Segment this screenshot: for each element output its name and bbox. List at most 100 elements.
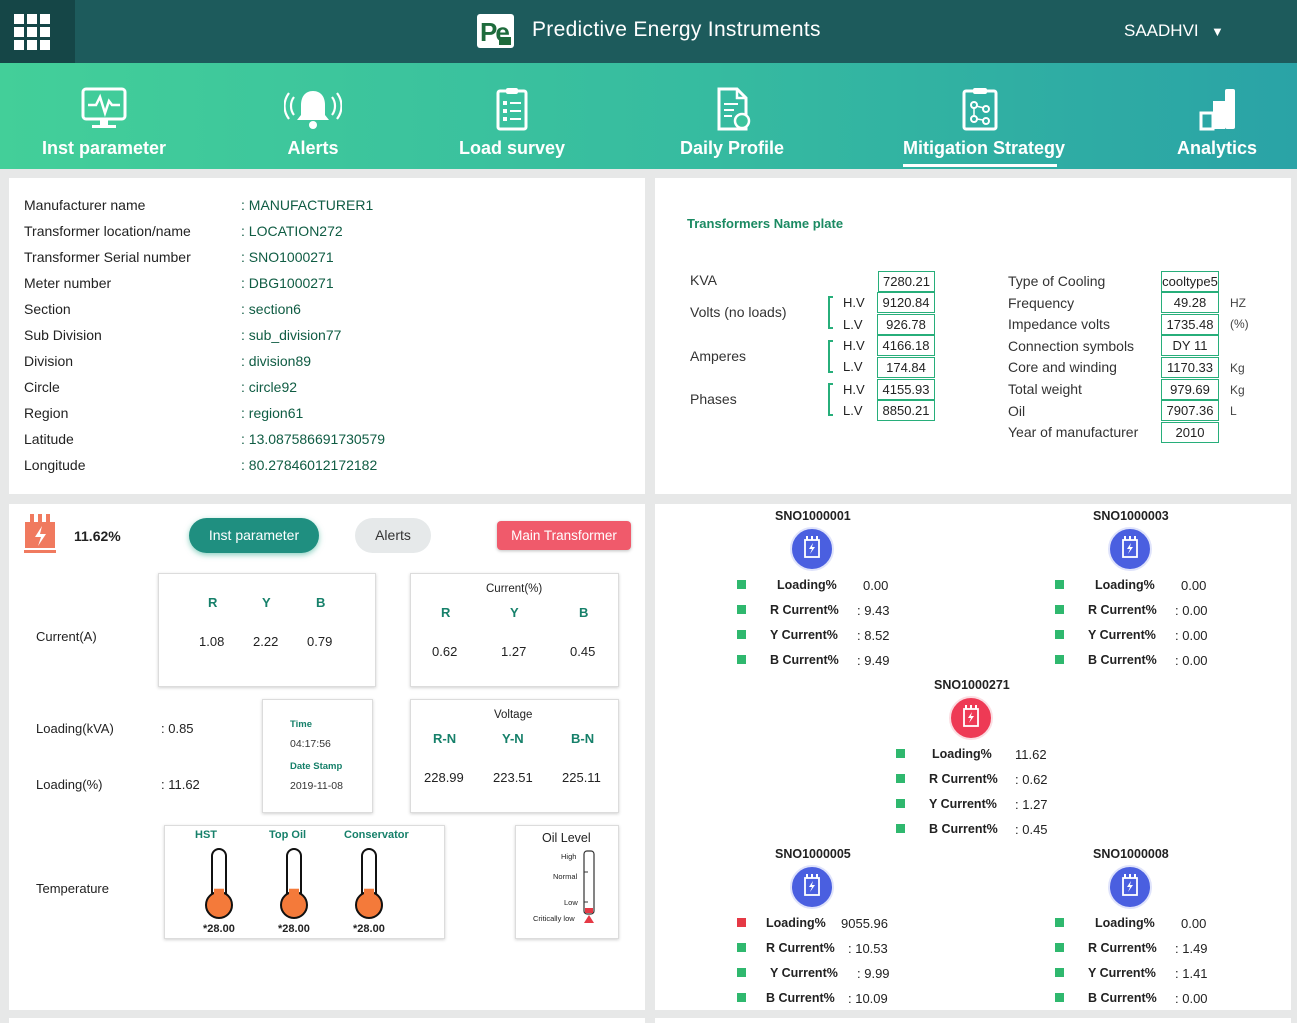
current-pct-y-value: 1.27 [501, 644, 527, 659]
active-tab-indicator [903, 164, 1057, 167]
volts-hv-value: 9120.84 [877, 292, 935, 313]
loading-value: 0.00 [1181, 916, 1207, 931]
top-bar: Pe Predictive Energy Instruments SAADHVI… [0, 0, 1297, 63]
b-current-label: B Current% [929, 822, 998, 836]
info-label: Division [24, 353, 74, 369]
oil-low-label: Low [564, 898, 578, 907]
nav-analytics[interactable]: Analytics [1157, 63, 1277, 169]
loading-percent-value: : 11.62 [161, 777, 200, 792]
lv-label: L.V [843, 403, 863, 418]
status-indicator [737, 580, 746, 589]
transformer-node-icon[interactable] [949, 696, 993, 740]
b-current-label: B Current% [1088, 653, 1157, 667]
status-indicator [896, 824, 905, 833]
info-label: Transformer location/name [24, 223, 191, 239]
status-indicator [1055, 605, 1064, 614]
next-panel-left [9, 1018, 645, 1023]
info-value: : SNO1000271 [241, 249, 334, 265]
np-value: 979.69 [1161, 379, 1219, 400]
r-current-label: R Current% [1088, 603, 1157, 617]
np-label: Total weight [1008, 381, 1082, 397]
hst-thermometer [205, 848, 233, 919]
oil-normal-label: Normal [553, 872, 578, 881]
phase-y-label: Y [510, 605, 519, 620]
conservator-value: *28.00 [353, 923, 385, 935]
app-logo: Pe [477, 14, 514, 48]
np-value: 49.28 [1161, 292, 1219, 313]
inst-parameter-button[interactable]: Inst parameter [189, 518, 319, 553]
status-indicator [737, 605, 746, 614]
loading-label: Loading% [766, 916, 826, 930]
main-transformer-button[interactable]: Main Transformer [497, 521, 631, 550]
transformer-node-icon[interactable] [790, 527, 834, 571]
nav-inst-parameter[interactable]: Inst parameter [34, 63, 174, 169]
lv-label: L.V [843, 359, 863, 374]
date-value: 2019-11-08 [290, 780, 343, 792]
b-current-label: B Current% [766, 991, 835, 1005]
y-current-label: Y Current% [770, 966, 838, 980]
status-indicator [737, 968, 746, 977]
b-current-label: B Current% [770, 653, 839, 667]
temperature-label: Temperature [36, 881, 109, 896]
np-label: Impedance volts [1008, 316, 1110, 332]
status-indicator [896, 774, 905, 783]
info-label: Circle [24, 379, 60, 395]
current-percent-title: Current(%) [486, 583, 543, 595]
info-value: : 80.27846012172182 [241, 457, 378, 473]
loading-label: Loading% [777, 578, 837, 592]
status-indicator [896, 749, 905, 758]
info-value: : section6 [241, 301, 301, 317]
kva-label: KVA [690, 272, 717, 288]
nav-label: Inst parameter [41, 138, 167, 158]
status-indicator [1055, 630, 1064, 639]
np-label: Type of Cooling [1008, 273, 1106, 289]
alerts-button[interactable]: Alerts [355, 518, 431, 553]
nav-daily-profile[interactable]: Daily Profile [672, 63, 792, 169]
lv-label: L.V [843, 317, 863, 332]
oil-level-title: Oil Level [542, 831, 591, 845]
amperes-lv-value: 174.84 [877, 357, 935, 378]
time-value: 04:17:56 [290, 738, 331, 750]
kva-value: 7280.21 [878, 271, 935, 292]
status-indicator [1055, 918, 1064, 927]
r-current-label: R Current% [1088, 941, 1157, 955]
time-label: Time [290, 719, 313, 730]
np-unit: L [1230, 404, 1237, 418]
y-current-value: : 1.41 [1175, 966, 1208, 981]
info-value: : division89 [241, 353, 312, 369]
top-oil-label: Top Oil [269, 829, 307, 841]
bell-icon [284, 91, 342, 129]
node-serial: SNO1000271 [934, 678, 1010, 692]
current-a-label: Current(A) [36, 629, 97, 644]
app-title: Predictive Energy Instruments [532, 18, 821, 41]
current-y-value: 2.22 [253, 634, 279, 649]
nav-mitigation-strategy[interactable]: Mitigation Strategy [903, 63, 1065, 169]
hst-value: *28.00 [203, 923, 235, 935]
nav-load-survey[interactable]: Load survey [452, 63, 572, 169]
phases-bracket [828, 383, 833, 416]
app-grid-menu-button[interactable] [0, 0, 75, 63]
phases-hv-value: 4155.93 [877, 379, 935, 400]
top-oil-thermometer [280, 848, 308, 919]
info-value: : LOCATION272 [241, 223, 343, 239]
user-menu[interactable]: SAADHVI [1124, 21, 1199, 41]
transformer-node-icon[interactable] [790, 865, 834, 909]
transformer-node-icon[interactable] [1108, 865, 1152, 909]
node-serial: SNO1000001 [775, 509, 851, 523]
loading-value: 9055.96 [841, 916, 888, 931]
np-unit: (%) [1230, 317, 1249, 331]
amperes-bracket [828, 340, 833, 373]
r-current-label: R Current% [766, 941, 835, 955]
info-value: : MANUFACTURER1 [241, 197, 374, 213]
nav-alerts[interactable]: Alerts [253, 63, 373, 169]
volts-lv-value: 926.78 [877, 314, 935, 335]
np-value: DY 11 [1161, 335, 1219, 356]
phase-r-label: R [441, 605, 451, 620]
np-value: cooltype5 [1161, 271, 1219, 292]
loading-kva-value: : 0.85 [161, 721, 194, 736]
nav-label: Load survey [458, 138, 566, 158]
transformer-node-icon[interactable] [1108, 527, 1152, 571]
voltage-bn-label: B-N [571, 731, 595, 746]
loading-kva-label: Loading(kVA) [36, 721, 114, 736]
chevron-down-icon[interactable]: ▼ [1211, 24, 1224, 39]
